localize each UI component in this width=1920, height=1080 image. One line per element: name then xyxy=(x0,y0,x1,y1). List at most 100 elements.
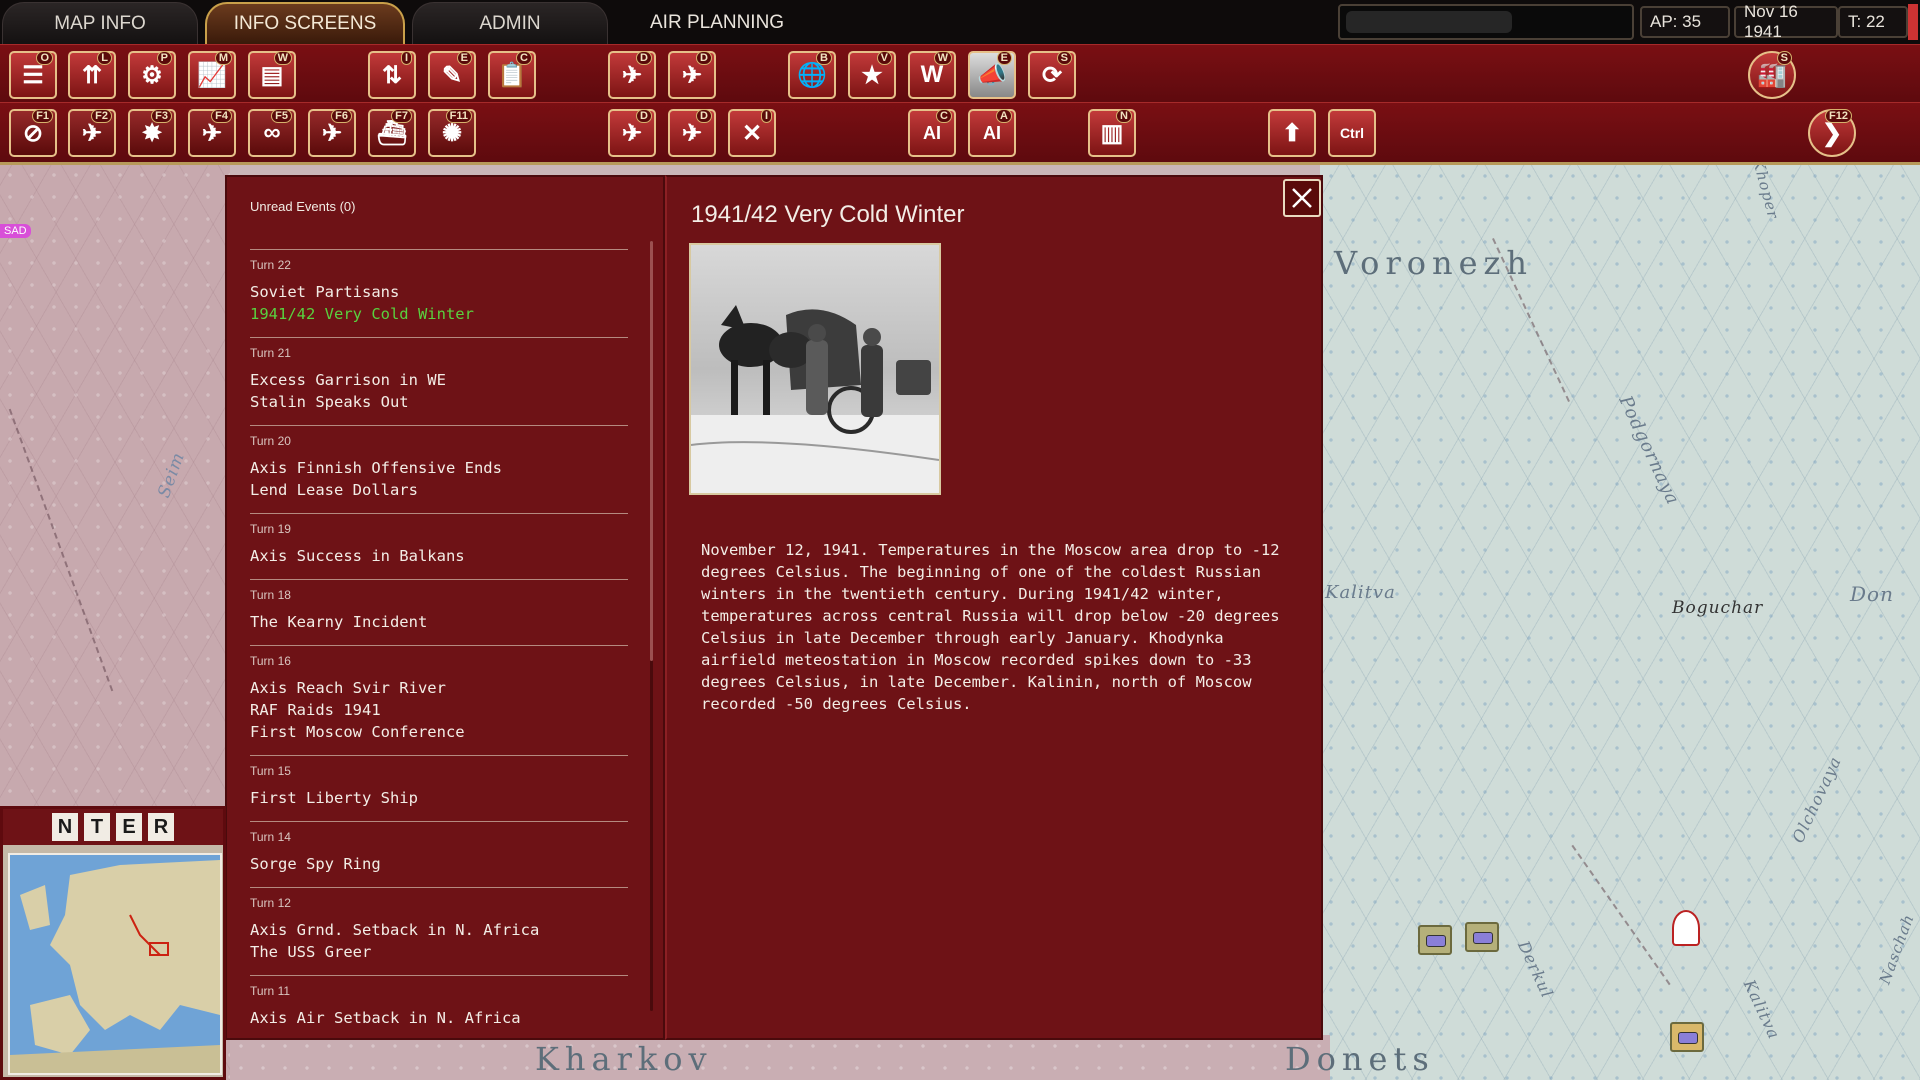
list-icon[interactable]: ☰ O xyxy=(9,51,57,99)
event-item[interactable]: Stalin Speaks Out xyxy=(250,391,628,413)
minimap-europe[interactable] xyxy=(8,853,222,1075)
event-detail-panel: 1941/42 Very Cold Winter November 12, 19… xyxy=(665,175,1323,1040)
hotkey-label: D xyxy=(636,51,652,65)
air-city-icon[interactable]: ✈ F4 xyxy=(188,109,236,157)
hotkey-label: E xyxy=(996,51,1012,65)
air-recon-icon[interactable]: ∞ F5 xyxy=(248,109,296,157)
toolbar-row-2: ⊘ F1 ✈ F2 ✸ F3 ✈ F4 ∞ F5 ✈ F6 ⛴ F7 ✺ F11 ✈ D ✈ D ✕… xyxy=(0,102,1920,165)
message-field-inner xyxy=(1346,11,1512,33)
europe-map-graphic xyxy=(10,855,220,1073)
event-list: Turn 22 Soviet Partisans 1941/42 Very Cold… xyxy=(250,249,628,1041)
swap-arrows-icon[interactable]: ⇅ I xyxy=(368,51,416,99)
event-item[interactable]: Axis Finnish Offensive Ends xyxy=(250,457,628,479)
bombing-icon[interactable]: ✸ F3 xyxy=(128,109,176,157)
event-item[interactable]: Axis Grnd. Setback in N. Africa xyxy=(250,919,628,941)
event-turn-group: Turn 15 First Liberty Ship xyxy=(250,755,628,821)
hotkey-label: F4 xyxy=(211,109,232,123)
event-item[interactable]: Lend Lease Dollars xyxy=(250,479,628,501)
map-unit-counter[interactable] xyxy=(1465,922,1499,952)
top-bar: MAP INFO INFO SCREENS ADMIN AIR PLANNING… xyxy=(0,0,1920,44)
hotkey-label: F11 xyxy=(445,109,472,123)
next-turn-icon[interactable]: ❯ F12 xyxy=(1808,109,1856,157)
hotkey-label: E xyxy=(456,51,472,65)
report-icon[interactable]: ▤ W xyxy=(248,51,296,99)
event-list-scrollbar[interactable] xyxy=(650,241,653,1011)
close-button[interactable] xyxy=(1283,179,1321,217)
hotkey-label: B xyxy=(816,51,832,65)
naval-air-icon[interactable]: ✈ F2 xyxy=(68,109,116,157)
map-region-south[interactable] xyxy=(230,1035,1330,1080)
event-turn-group: Turn 11 Axis Air Setback in N. Africa xyxy=(250,975,628,1041)
hotkey-label: F1 xyxy=(32,109,53,123)
event-item[interactable]: Sorge Spy Ring xyxy=(250,853,628,875)
map-unit-counter[interactable] xyxy=(1670,1022,1704,1052)
map-unit-counter[interactable] xyxy=(1418,925,1452,955)
event-item[interactable]: RAF Raids 1941 xyxy=(250,699,628,721)
hotkey-label: F2 xyxy=(91,109,112,123)
refresh-document-icon[interactable]: ⟳ S xyxy=(1028,51,1076,99)
map-label-kharkov: Kharkov xyxy=(535,1040,713,1078)
naval-ship-icon[interactable]: ⛴ F7 xyxy=(368,109,416,157)
event-item[interactable]: Axis Reach Svir River xyxy=(250,677,628,699)
event-item-selected[interactable]: 1941/42 Very Cold Winter xyxy=(250,303,628,325)
air-planning-label[interactable]: AIR PLANNING xyxy=(650,12,784,34)
up-arrow-icon[interactable]: ⬆ xyxy=(1268,109,1316,157)
megaphone-icon[interactable]: 📣 E xyxy=(968,51,1016,99)
hotkey-label: S xyxy=(1776,51,1792,65)
event-item[interactable]: Soviet Partisans xyxy=(250,281,628,303)
unread-events-label: Unread Events (0) xyxy=(250,199,356,214)
air-document-icon[interactable]: ✈ D xyxy=(608,109,656,157)
tab-info-screens[interactable]: INFO SCREENS xyxy=(205,2,405,44)
winter-horses-photo xyxy=(691,245,939,493)
hotkey-label: I xyxy=(760,109,772,123)
w-document-icon[interactable]: WW xyxy=(908,51,956,99)
hotkey-label: C xyxy=(516,51,532,65)
event-item[interactable]: First Moscow Conference xyxy=(250,721,628,743)
ai-air-icon[interactable]: AI A xyxy=(968,109,1016,157)
no-air-icon[interactable]: ⊘ F1 xyxy=(9,109,57,157)
air-document-icon[interactable]: ✈ D xyxy=(608,51,656,99)
map-region-east[interactable] xyxy=(1320,165,1920,1080)
scroll-thumb[interactable] xyxy=(650,241,653,661)
event-list-panel: Unread Events (0) Turn 22 Soviet Partisan… xyxy=(225,175,665,1040)
event-item[interactable]: The Kearny Incident xyxy=(250,611,628,633)
turn-display: T: 22 xyxy=(1838,6,1908,38)
globe-report-icon[interactable]: 🌐 B xyxy=(788,51,836,99)
event-item[interactable]: First Liberty Ship xyxy=(250,787,628,809)
message-field[interactable] xyxy=(1338,4,1634,40)
star-icon[interactable]: ★ V xyxy=(848,51,896,99)
air-list-icon[interactable]: ✈ D xyxy=(668,51,716,99)
ctrl-icon[interactable]: Ctrl xyxy=(1328,109,1376,157)
explosion-icon[interactable]: ✺ F11 xyxy=(428,109,476,157)
map-label-don: Don xyxy=(1850,582,1894,606)
gear-icon[interactable]: ⚙ P xyxy=(128,51,176,99)
air-superiority-icon[interactable]: ✈ F6 xyxy=(308,109,356,157)
map-hq-marker[interactable] xyxy=(1672,910,1700,946)
map-unit-tag[interactable]: SAD xyxy=(0,224,31,238)
air-list-icon[interactable]: ✈ D xyxy=(668,109,716,157)
event-document-icon[interactable]: ✎ E xyxy=(428,51,476,99)
event-item[interactable]: The USS Greer xyxy=(250,941,628,963)
event-item[interactable]: Excess Garrison in WE xyxy=(250,369,628,391)
clipboard-icon[interactable]: 📋 C xyxy=(488,51,536,99)
tab-map-info[interactable]: MAP INFO xyxy=(2,2,198,44)
chart-icon[interactable]: 📈 M xyxy=(188,51,236,99)
season-letter: E xyxy=(116,813,142,841)
air-intercept-icon[interactable]: ✕ I xyxy=(728,109,776,157)
hotkey-label: N xyxy=(1116,109,1132,123)
hotkey-label: A xyxy=(996,109,1012,123)
hotkey-label: D xyxy=(696,51,712,65)
ai-city-icon[interactable]: AI C xyxy=(908,109,956,157)
minimap[interactable]: N T E R xyxy=(0,806,226,1080)
event-item[interactable]: Axis Air Setback in N. Africa xyxy=(250,1007,628,1029)
event-item[interactable]: Axis Success in Balkans xyxy=(250,545,628,567)
season-banner: N T E R xyxy=(3,809,223,845)
factory-document-icon[interactable]: ▥ N xyxy=(1088,109,1136,157)
date-display: Nov 16 1941 xyxy=(1734,2,1838,41)
hotkey-label: F12 xyxy=(1825,109,1852,123)
tab-admin[interactable]: ADMIN xyxy=(412,2,608,44)
event-turn-label: Turn 20 xyxy=(250,434,291,448)
factory-round-icon[interactable]: 🏭 S xyxy=(1748,51,1796,99)
event-turn-label: Turn 11 xyxy=(250,984,291,998)
unit-strength-icon[interactable]: ⇈ L xyxy=(68,51,116,99)
